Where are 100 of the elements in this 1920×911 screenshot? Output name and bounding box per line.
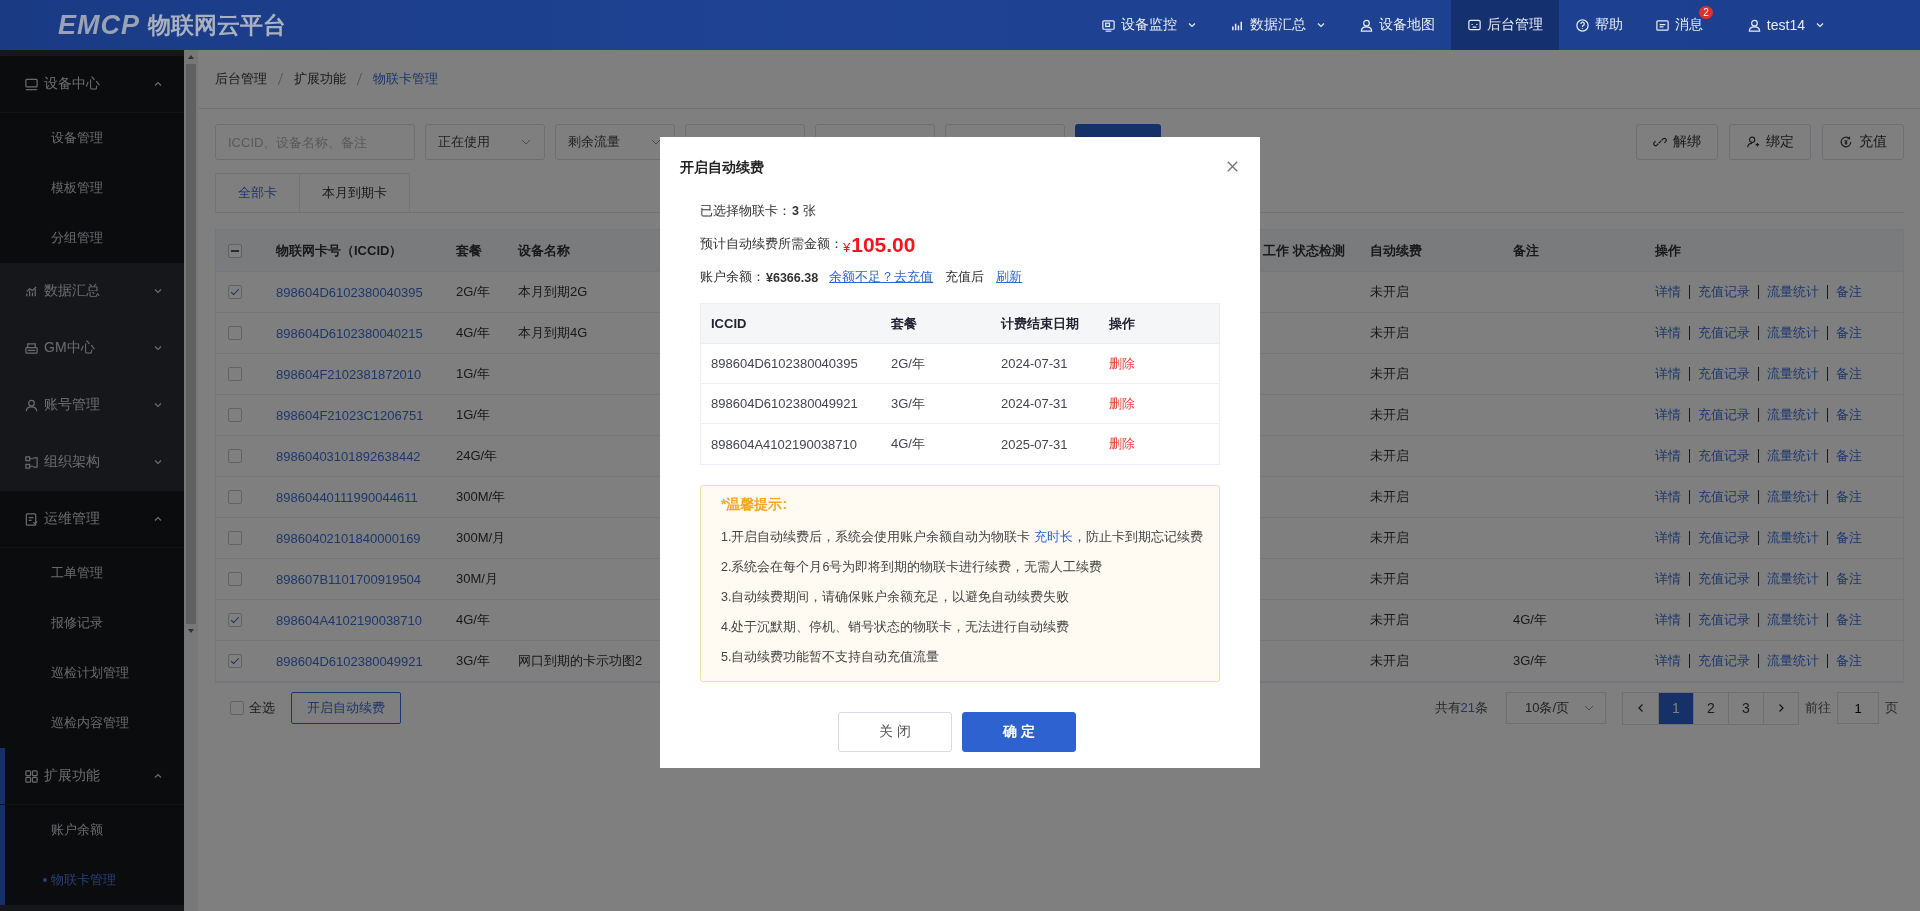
row-action-link[interactable]: 详情	[1655, 611, 1681, 629]
nav-item[interactable]: 设备地图	[1342, 0, 1451, 50]
row-checkbox[interactable]	[228, 531, 242, 545]
nav-item[interactable]: 数据汇总	[1213, 0, 1343, 50]
page-input[interactable]: 1	[1837, 692, 1879, 724]
delete-link[interactable]: 删除	[1109, 394, 1135, 413]
row-action-link[interactable]: 充值记录	[1698, 283, 1750, 301]
iccid-link[interactable]: 89860402101840000169	[276, 530, 421, 546]
row-action-link[interactable]: 详情	[1655, 324, 1681, 342]
action-button[interactable]: 解绑	[1636, 124, 1718, 160]
breadcrumb-link[interactable]: 扩展功能	[294, 70, 346, 88]
iccid-link[interactable]: 898604D6102380049921	[276, 653, 423, 669]
user-menu[interactable]: test14	[1718, 0, 1842, 50]
row-action-link[interactable]: 备注	[1836, 570, 1862, 588]
row-action-link[interactable]: 充值记录	[1698, 570, 1750, 588]
recharge-link[interactable]: 余额不足？去充值	[829, 269, 934, 286]
nav-item[interactable]: 后台管理	[1450, 0, 1559, 50]
row-action-link[interactable]: 流量统计	[1767, 324, 1819, 342]
delete-link[interactable]: 删除	[1109, 435, 1135, 453]
row-action-link[interactable]: 流量统计	[1767, 488, 1819, 506]
sidebar-item[interactable]: 账号管理	[0, 377, 184, 434]
row-action-link[interactable]: 备注	[1836, 283, 1862, 301]
row-action-link[interactable]: 流量统计	[1767, 652, 1819, 670]
sidebar-subitem[interactable]: 模板管理	[0, 163, 184, 213]
row-action-link[interactable]: 详情	[1655, 283, 1681, 301]
nav-item[interactable]: 消息 2	[1638, 0, 1719, 50]
sidebar-subitem[interactable]: 巡检内容管理	[0, 698, 184, 748]
row-checkbox[interactable]	[228, 654, 242, 668]
row-action-link[interactable]: 充值记录	[1698, 406, 1750, 424]
row-action-link[interactable]: 备注	[1836, 406, 1862, 424]
sidebar-subitem[interactable]: 工单管理	[0, 548, 184, 598]
filter-select[interactable]: 正在使用	[425, 124, 545, 160]
row-checkbox[interactable]	[228, 613, 242, 627]
iccid-link[interactable]: 898604F2102381872010	[276, 366, 422, 382]
confirm-button[interactable]: 确 定	[962, 712, 1076, 752]
sidebar-subitem[interactable]: 账户余额	[0, 805, 184, 855]
sidebar-subitem[interactable]: 设备管理	[0, 113, 184, 163]
row-action-link[interactable]: 充值记录	[1698, 324, 1750, 342]
row-action-link[interactable]: 详情	[1655, 529, 1681, 547]
sidebar-item[interactable]: 组织架构	[0, 434, 184, 491]
row-action-link[interactable]: 详情	[1655, 652, 1681, 670]
row-action-link[interactable]: 流量统计	[1767, 611, 1819, 629]
row-action-link[interactable]: 详情	[1655, 406, 1681, 424]
iccid-link[interactable]: 89860403101892638442	[276, 448, 421, 464]
iccid-link[interactable]: 898604F21023C1206751	[276, 407, 424, 423]
tab[interactable]: 本月到期卡	[300, 173, 410, 212]
tab[interactable]: 全部卡	[215, 173, 300, 212]
sidebar-subitem[interactable]: 巡检计划管理	[0, 648, 184, 698]
row-action-link[interactable]: 充值记录	[1698, 365, 1750, 383]
row-action-link[interactable]: 流量统计	[1767, 283, 1819, 301]
scrollbar[interactable]	[184, 50, 198, 911]
row-checkbox[interactable]	[228, 572, 242, 586]
action-button[interactable]: 绑定	[1729, 124, 1811, 160]
nav-item[interactable]: 设备监控	[1084, 0, 1214, 50]
sidebar-subitem[interactable]: 物联卡管理	[0, 855, 184, 905]
row-action-link[interactable]: 备注	[1836, 611, 1862, 629]
row-action-link[interactable]: 备注	[1836, 447, 1862, 465]
close-button[interactable]: 关 闭	[838, 712, 952, 752]
row-action-link[interactable]: 备注	[1836, 488, 1862, 506]
row-checkbox[interactable]	[228, 367, 242, 381]
nav-item[interactable]: 帮助	[1558, 0, 1639, 50]
row-action-link[interactable]: 详情	[1655, 488, 1681, 506]
sidebar-subitem[interactable]: 报修记录	[0, 598, 184, 648]
row-action-link[interactable]: 充值记录	[1698, 488, 1750, 506]
select-all-checkbox[interactable]: 全选	[230, 699, 275, 717]
breadcrumb-link[interactable]: 后台管理	[215, 70, 267, 88]
iccid-link[interactable]: 898607B1101700919504	[276, 571, 422, 587]
row-checkbox[interactable]	[228, 490, 242, 504]
page-size-select[interactable]: 10条/页	[1506, 692, 1606, 724]
row-action-link[interactable]: 详情	[1655, 447, 1681, 465]
scroll-up-icon[interactable]	[186, 53, 196, 61]
row-checkbox[interactable]	[228, 408, 242, 422]
row-action-link[interactable]: 充值记录	[1698, 652, 1750, 670]
row-action-link[interactable]: 充值记录	[1698, 447, 1750, 465]
scroll-down-icon[interactable]	[186, 627, 196, 635]
row-action-link[interactable]: 流量统计	[1767, 406, 1819, 424]
select-all-checkbox[interactable]	[228, 243, 242, 258]
auto-renew-button[interactable]: 开启自动续费	[291, 692, 401, 724]
action-button[interactable]: 充值	[1822, 124, 1904, 160]
row-action-link[interactable]: 备注	[1836, 529, 1862, 547]
delete-link[interactable]: 删除	[1109, 354, 1135, 373]
sidebar-subitem[interactable]: 分组管理	[0, 213, 184, 263]
row-action-link[interactable]: 详情	[1655, 365, 1681, 383]
iccid-link[interactable]: 89860440111990044611	[276, 489, 418, 505]
row-action-link[interactable]: 充值记录	[1698, 529, 1750, 547]
refresh-link[interactable]: 刷新	[996, 269, 1023, 286]
row-action-link[interactable]: 流量统计	[1767, 365, 1819, 383]
row-action-link[interactable]: 备注	[1836, 324, 1862, 342]
row-action-link[interactable]: 备注	[1836, 365, 1862, 383]
iccid-link[interactable]: 898604A4102190038710	[276, 612, 423, 628]
page-button[interactable]: 1	[1658, 692, 1693, 724]
row-action-link[interactable]: 流量统计	[1767, 570, 1819, 588]
breadcrumb-link[interactable]: 物联卡管理	[373, 70, 438, 88]
row-checkbox[interactable]	[228, 285, 242, 299]
row-action-link[interactable]: 充值记录	[1698, 611, 1750, 629]
row-action-link[interactable]: 详情	[1655, 570, 1681, 588]
iccid-link[interactable]: 898604D6102380040215	[276, 325, 423, 341]
row-action-link[interactable]: 流量统计	[1767, 447, 1819, 465]
row-checkbox[interactable]	[228, 449, 242, 463]
row-action-link[interactable]: 流量统计	[1767, 529, 1819, 547]
